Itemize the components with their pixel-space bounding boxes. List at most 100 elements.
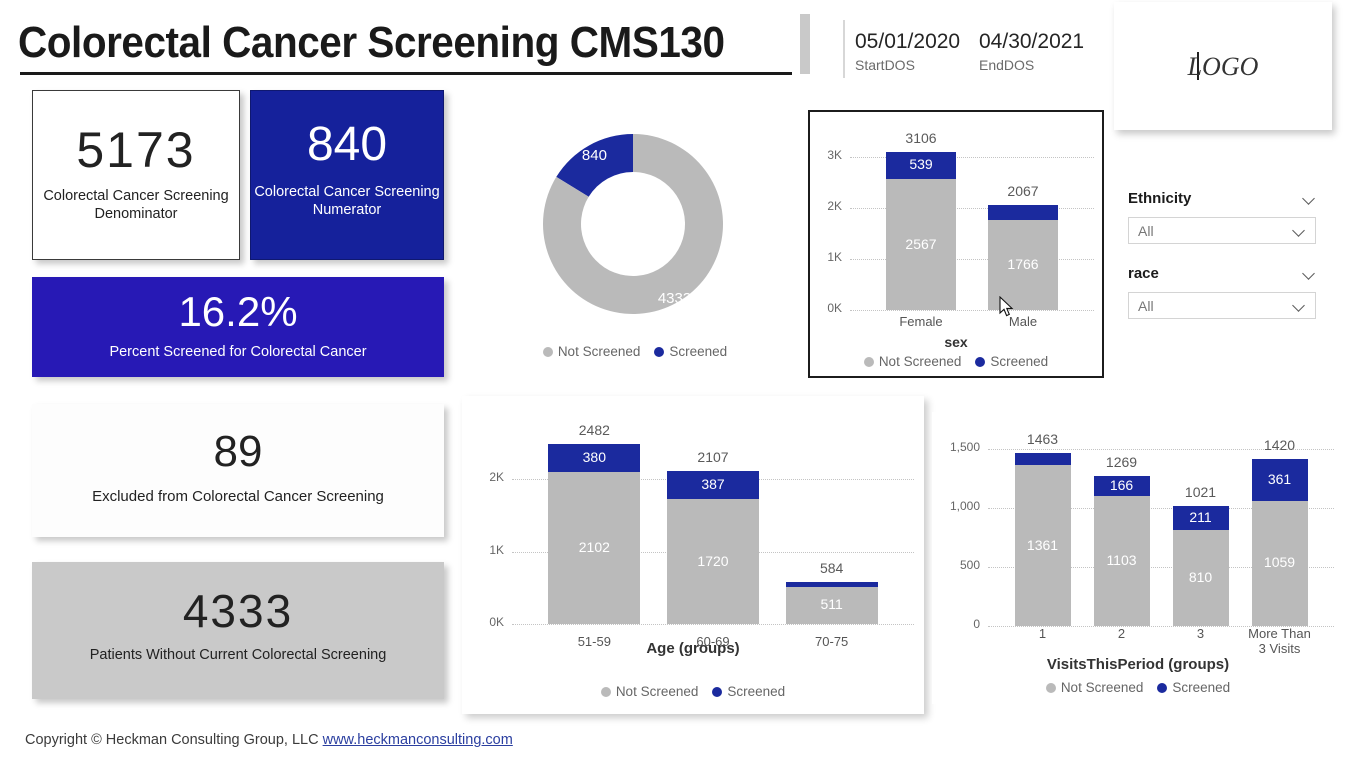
kpi-without-label: Patients Without Current Colorectal Scre… (89, 647, 387, 663)
bar-value-not-screened: 1361 (1026, 536, 1059, 553)
x-axis-tick: 2 (1117, 626, 1126, 641)
y-axis-tick: 3K (827, 148, 842, 163)
legend-item-screened[interactable]: Screened (712, 684, 785, 699)
legend-item-screened[interactable]: Screened (1157, 680, 1230, 695)
bar-value-screened: 387 (701, 476, 725, 493)
kpi-denominator-label: Colorectal Cancer Screening Denominator (43, 188, 229, 223)
kpi-card-percent-screened[interactable]: 16.2% Percent Screened for Colorectal Ca… (32, 277, 444, 377)
website-link[interactable]: www.heckmanconsulting.com (323, 732, 513, 748)
kpi-percent-label: Percent Screened for Colorectal Cancer (109, 344, 367, 360)
bar-stack[interactable]: 166 1103 (1093, 476, 1150, 626)
x-axis-tick: More Than 3 Visits (1248, 626, 1311, 656)
legend-dot-not-screened-icon (863, 356, 874, 367)
bar-total-label: 1463 (1026, 431, 1059, 448)
bar-total-label: 2067 (1007, 182, 1039, 199)
legend-item-screened[interactable]: Screened (975, 354, 1048, 369)
bar-segment-screened[interactable] (1014, 453, 1071, 466)
kpi-card-denominator[interactable]: 5173 Colorectal Cancer Screening Denomin… (32, 90, 240, 260)
donut-legend: Not Screened Screened (500, 344, 770, 359)
slicer-header-ethnicity[interactable]: Ethnicity (1128, 190, 1316, 207)
bar-total-label: 584 (819, 559, 844, 576)
legend-label-not-screened: Not Screened (1060, 680, 1144, 695)
x-axis-tick: Female (899, 314, 943, 329)
bar-value-not-screened: 511 (820, 596, 843, 613)
y-axis-tick: 2K (827, 199, 842, 214)
x-axis-tick: Male (1008, 314, 1038, 329)
bar-stack[interactable]: 539 2567 (886, 151, 956, 310)
y-axis-tick: 500 (959, 558, 980, 573)
legend-label-screened: Screened (990, 354, 1049, 369)
kpi-percent-value: 16.2% (178, 288, 298, 335)
page-title: Colorectal Cancer Screening CMS130 (18, 18, 725, 67)
bar-value-not-screened: 1766 (1007, 255, 1039, 272)
y-axis-tick: 0 (973, 617, 980, 631)
y-axis-tick: 1,500 (949, 440, 980, 455)
bar-stack[interactable]: 1361 (1014, 453, 1071, 626)
legend-label-not-screened: Not Screened (878, 354, 962, 369)
bar-stack[interactable]: 1766 (988, 204, 1058, 310)
bar-segment-screened[interactable] (988, 204, 1058, 221)
bar-value-not-screened: 1103 (1106, 551, 1137, 568)
donut-chart-screening[interactable]: 840 4333 Not Screened Screened (500, 108, 770, 383)
legend-label-not-screened: Not Screened (557, 344, 641, 359)
chevron-down-icon[interactable] (1293, 224, 1306, 237)
logo-text: LOGO (1187, 52, 1259, 81)
age-legend: Not Screened Screened (462, 684, 924, 699)
y-axis-tick: 2K (489, 470, 504, 485)
bar-total-label: 2107 (697, 449, 729, 466)
bar-stack[interactable]: 511 (785, 581, 878, 624)
kpi-excluded-value: 89 (213, 427, 263, 476)
legend-item-not-screened[interactable]: Not Screened (1045, 680, 1144, 695)
y-axis-tick: 1K (489, 542, 504, 557)
slicer-title-race: race (1128, 265, 1159, 282)
legend-dot-not-screened-icon (1045, 682, 1056, 693)
bar-chart-age-groups[interactable]: 0K 1K 2K 380 2102 2482 51-59 387 1720 2107 60-69 51… (462, 396, 924, 714)
bar-stack[interactable]: 361 1059 (1251, 458, 1308, 626)
kpi-excluded-label: Excluded from Colorectal Cancer Screenin… (92, 488, 384, 505)
legend-dot-screened-icon (712, 686, 723, 697)
slicer-dropdown-race[interactable]: All (1128, 292, 1316, 319)
logo-box[interactable]: LOGO (1114, 2, 1332, 130)
slicer-header-race[interactable]: race (1128, 265, 1316, 282)
slicer-value-race: All (1138, 297, 1154, 314)
bar-stack[interactable]: 387 1720 (667, 471, 759, 624)
kpi-card-numerator[interactable]: 840 Colorectal Cancer Screening Numerato… (250, 90, 444, 260)
age-plot-area: 0K 1K 2K 380 2102 2482 51-59 387 1720 2107 60-69 51… (462, 396, 924, 714)
chevron-down-icon[interactable] (1293, 299, 1306, 312)
chevron-down-icon[interactable] (1303, 192, 1316, 205)
slicer-dropdown-ethnicity[interactable]: All (1128, 217, 1316, 244)
kpi-card-excluded[interactable]: 89 Excluded from Colorectal Cancer Scree… (32, 404, 444, 537)
legend-item-not-screened[interactable]: Not Screened (600, 684, 698, 699)
bar-value-screened: 166 (1109, 477, 1134, 493)
slicer-value-ethnicity: All (1138, 222, 1154, 239)
legend-item-not-screened[interactable]: Not Screened (542, 344, 641, 359)
bar-value-not-screened: 1059 (1263, 554, 1296, 571)
y-axis-tick: 1K (827, 250, 842, 265)
bar-chart-sex[interactable]: 0K 1K 2K 3K 539 2567 3106 Female 1766 2067 Male se… (808, 110, 1104, 378)
header-separator-bar (800, 14, 810, 74)
bar-value-not-screened: 2567 (905, 235, 937, 252)
bar-total-label: 1420 (1263, 436, 1296, 453)
x-axis-tick: 3 (1196, 626, 1205, 641)
bar-stack[interactable]: 211 810 (1172, 505, 1229, 626)
kpi-card-without-screening[interactable]: 4333 Patients Without Current Colorectal… (32, 562, 444, 699)
bar-value-screened: 380 (582, 448, 606, 465)
kpi-denominator-value: 5173 (76, 122, 196, 178)
bar-stack[interactable]: 380 2102 (548, 444, 641, 624)
legend-dot-not-screened-icon (542, 346, 553, 357)
start-date-label: StartDOS (855, 57, 915, 73)
donut-slice-value: 840 (582, 147, 607, 164)
legend-item-screened[interactable]: Screened (654, 344, 727, 359)
kpi-numerator-value: 840 (306, 118, 388, 171)
bar-chart-visits[interactable]: 0 500 1,000 1,500 1361 1463 1 166 1103 1269 2 211 81… (932, 412, 1344, 704)
y-axis-tick: 0K (827, 301, 842, 315)
slicer-title-ethnicity: Ethnicity (1128, 190, 1192, 207)
mouse-cursor-icon (999, 296, 1014, 317)
chevron-down-icon[interactable] (1303, 267, 1316, 280)
start-date-value: 05/01/2020 (855, 30, 961, 53)
bar-value-not-screened: 2102 (578, 538, 610, 555)
legend-item-not-screened[interactable]: Not Screened (863, 354, 962, 369)
header-separator-line (843, 20, 845, 78)
bar-total-label: 1021 (1184, 483, 1217, 500)
bar-value-screened: 211 (1189, 508, 1212, 525)
